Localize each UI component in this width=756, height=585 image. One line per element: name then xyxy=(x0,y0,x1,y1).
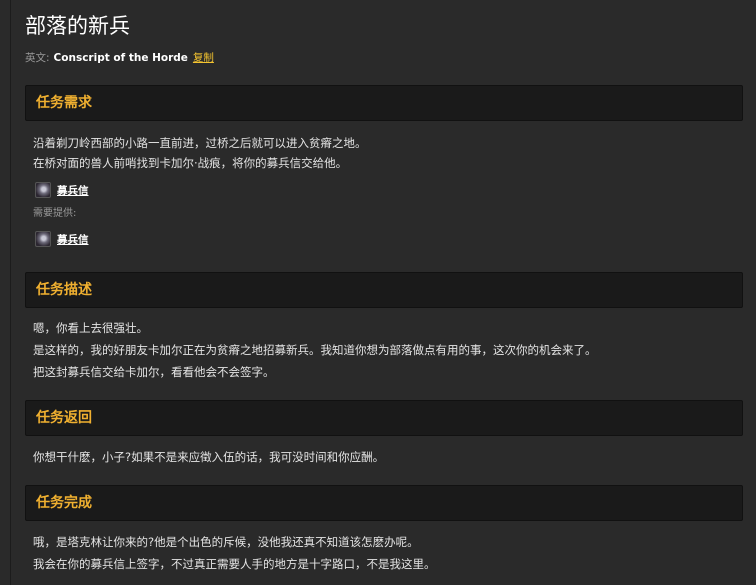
progress-line-1: 你想干什麽，小子?如果不是来应徵入伍的话，我可没时间和你应酬。 xyxy=(33,450,385,464)
english-name: Conscript of the Horde xyxy=(53,52,188,64)
scroll-letter-icon[interactable] xyxy=(35,182,51,198)
copy-link[interactable]: 复制 xyxy=(193,52,214,64)
requirements-line-2: 在桥对面的兽人前哨找到卡加尔·战痕，将你的募兵信交给他。 xyxy=(33,156,348,170)
provided-label: 需要提供: xyxy=(33,208,77,219)
quest-page: 部落的新兵 英文: Conscript of the Horde 复制 任务需求 沿… xyxy=(10,0,756,585)
section-title: 任务完成 xyxy=(36,495,92,511)
section-header-completion: 任务完成 xyxy=(25,485,743,521)
item-link[interactable]: 募兵信 xyxy=(57,183,89,198)
section-title: 任务需求 xyxy=(36,95,92,111)
english-prefix: 英文: xyxy=(25,52,50,64)
english-name-line: 英文: Conscript of the Horde 复制 xyxy=(25,51,214,65)
section-header-requirements: 任务需求 xyxy=(25,85,743,121)
section-title: 任务返回 xyxy=(36,410,92,426)
scroll-letter-icon[interactable] xyxy=(35,231,51,247)
requirements-line-1: 沿着剃刀岭西部的小路一直前进，过桥之后就可以进入贫瘠之地。 xyxy=(33,136,367,150)
description-line-2: 是这样的，我的好朋友卡加尔正在为贫瘠之地招募新兵。我知道你想为部落做点有用的事，… xyxy=(33,343,597,357)
section-header-description: 任务描述 xyxy=(25,272,743,308)
section-title: 任务描述 xyxy=(36,282,92,298)
section-header-progress: 任务返回 xyxy=(25,400,743,436)
description-line-3: 把这封募兵信交给卡加尔，看看他会不会签字。 xyxy=(33,365,275,379)
provided-item: 募兵信 xyxy=(35,230,89,248)
completion-line-2: 我会在你的募兵信上签字，不过真正需要人手的地方是十字路口，不是我这里。 xyxy=(33,557,436,571)
provided-item-link[interactable]: 募兵信 xyxy=(57,232,89,247)
page-title: 部落的新兵 xyxy=(25,14,130,38)
description-line-1: 嗯，你看上去很强壮。 xyxy=(33,321,148,335)
required-item: 募兵信 xyxy=(35,181,89,199)
completion-line-1: 哦，是塔克林让你来的?他是个出色的斥候，没他我还真不知道该怎麽办呢。 xyxy=(33,535,419,549)
